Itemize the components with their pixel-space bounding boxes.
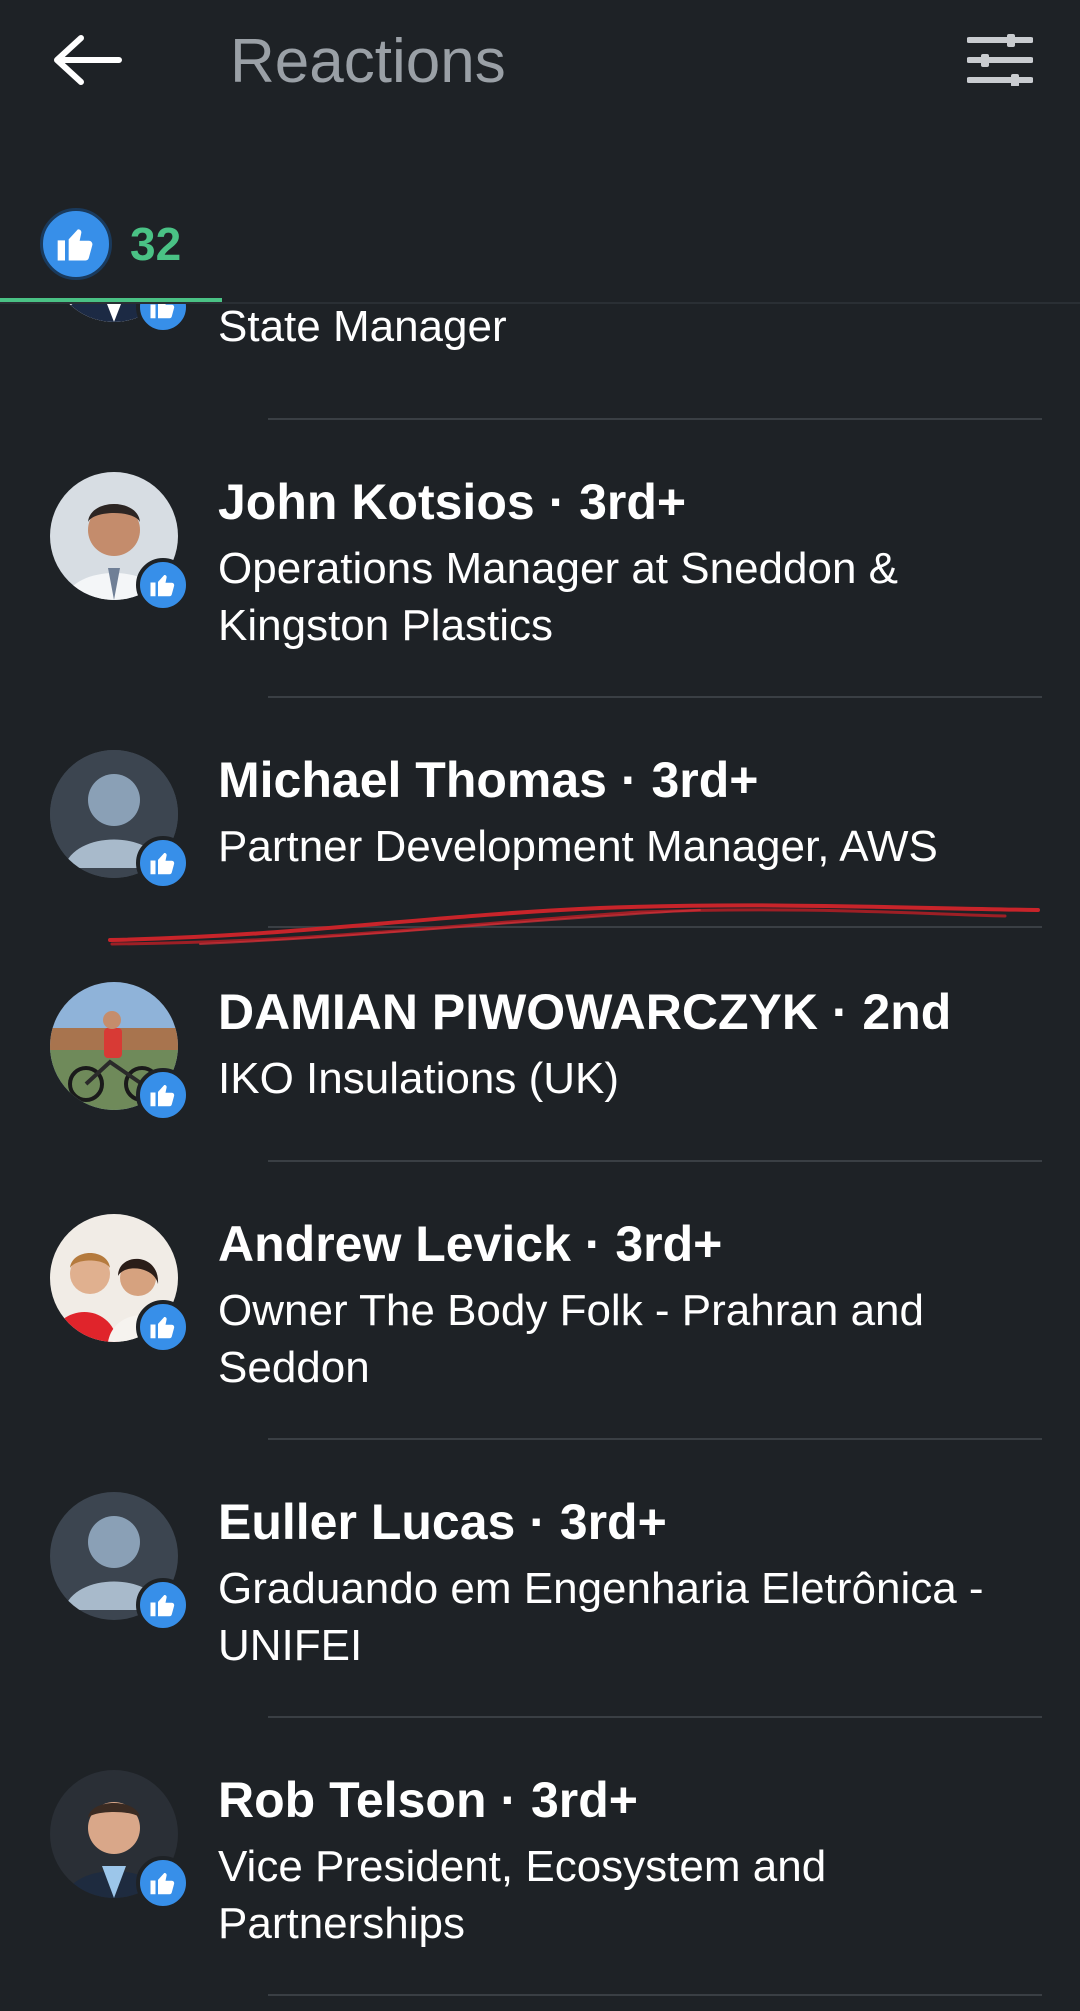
name-separator: · xyxy=(817,984,863,1040)
connection-degree: 3rd+ xyxy=(559,1494,667,1550)
reactor-headline: Owner The Body Folk - Prahran and Seddon xyxy=(218,1286,924,1392)
like-thumbs-up-icon xyxy=(40,208,112,280)
reactor-name: DAMIAN PIWOWARCZYK xyxy=(218,984,818,1040)
like-count: 32 xyxy=(130,218,182,270)
reactor-name: Rob Telson xyxy=(218,1772,487,1828)
filter-button[interactable] xyxy=(960,28,1040,92)
name-separator: · xyxy=(515,1494,560,1550)
reactor-name-line: Rob Telson · 3rd+ xyxy=(218,1770,1040,1830)
reactor-name: Euller Lucas xyxy=(218,1494,516,1550)
reactor-headline: IKO Insulations (UK) xyxy=(218,1054,620,1103)
like-badge-icon xyxy=(136,1856,190,1910)
arrow-left-icon xyxy=(54,35,122,85)
sliders-icon xyxy=(967,34,1033,86)
list-divider xyxy=(268,1160,1042,1162)
connection-degree: 2nd xyxy=(862,984,952,1040)
reactions-screen: Reactions 32 State Manager John Kotsios … xyxy=(0,0,1080,2011)
reactor-name-line: DAMIAN PIWOWARCZYK · 2nd xyxy=(218,982,1040,1042)
tab-all-likes[interactable]: 32 xyxy=(0,185,222,303)
like-badge-icon xyxy=(136,1300,190,1354)
page-title: Reactions xyxy=(230,27,506,96)
reaction-tabs: 32 xyxy=(0,125,1080,303)
top-app-bar: Reactions xyxy=(0,0,1080,125)
connection-degree: 3rd+ xyxy=(615,1216,723,1272)
back-button[interactable] xyxy=(48,28,128,92)
reactor-name-line: Andrew Levick · 3rd+ xyxy=(218,1214,1040,1274)
avatar xyxy=(50,1214,190,1354)
reactors-list: State Manager John Kotsios · 3rd+ Operat… xyxy=(0,304,1080,2011)
like-badge-icon xyxy=(136,1578,190,1632)
reactor-name: Andrew Levick xyxy=(218,1216,571,1272)
connection-degree: 3rd+ xyxy=(530,1772,638,1828)
name-separator: · xyxy=(570,1216,616,1272)
avatar xyxy=(50,982,190,1122)
red-underline-annotation xyxy=(108,903,1040,946)
avatar xyxy=(50,1492,190,1632)
reactor-headline: Vice President, Ecosystem and Partnershi… xyxy=(218,1842,827,1948)
list-divider xyxy=(268,1716,1042,1718)
list-divider xyxy=(268,1994,1042,1996)
like-badge-icon xyxy=(136,1068,190,1122)
list-divider xyxy=(268,1438,1042,1440)
avatar xyxy=(50,1770,190,1910)
name-separator: · xyxy=(486,1772,531,1828)
reactor-headline: Graduando em Engenharia Eletrônica - UNI… xyxy=(218,1564,984,1670)
reactor-name-line: Euller Lucas · 3rd+ xyxy=(218,1492,1040,1552)
